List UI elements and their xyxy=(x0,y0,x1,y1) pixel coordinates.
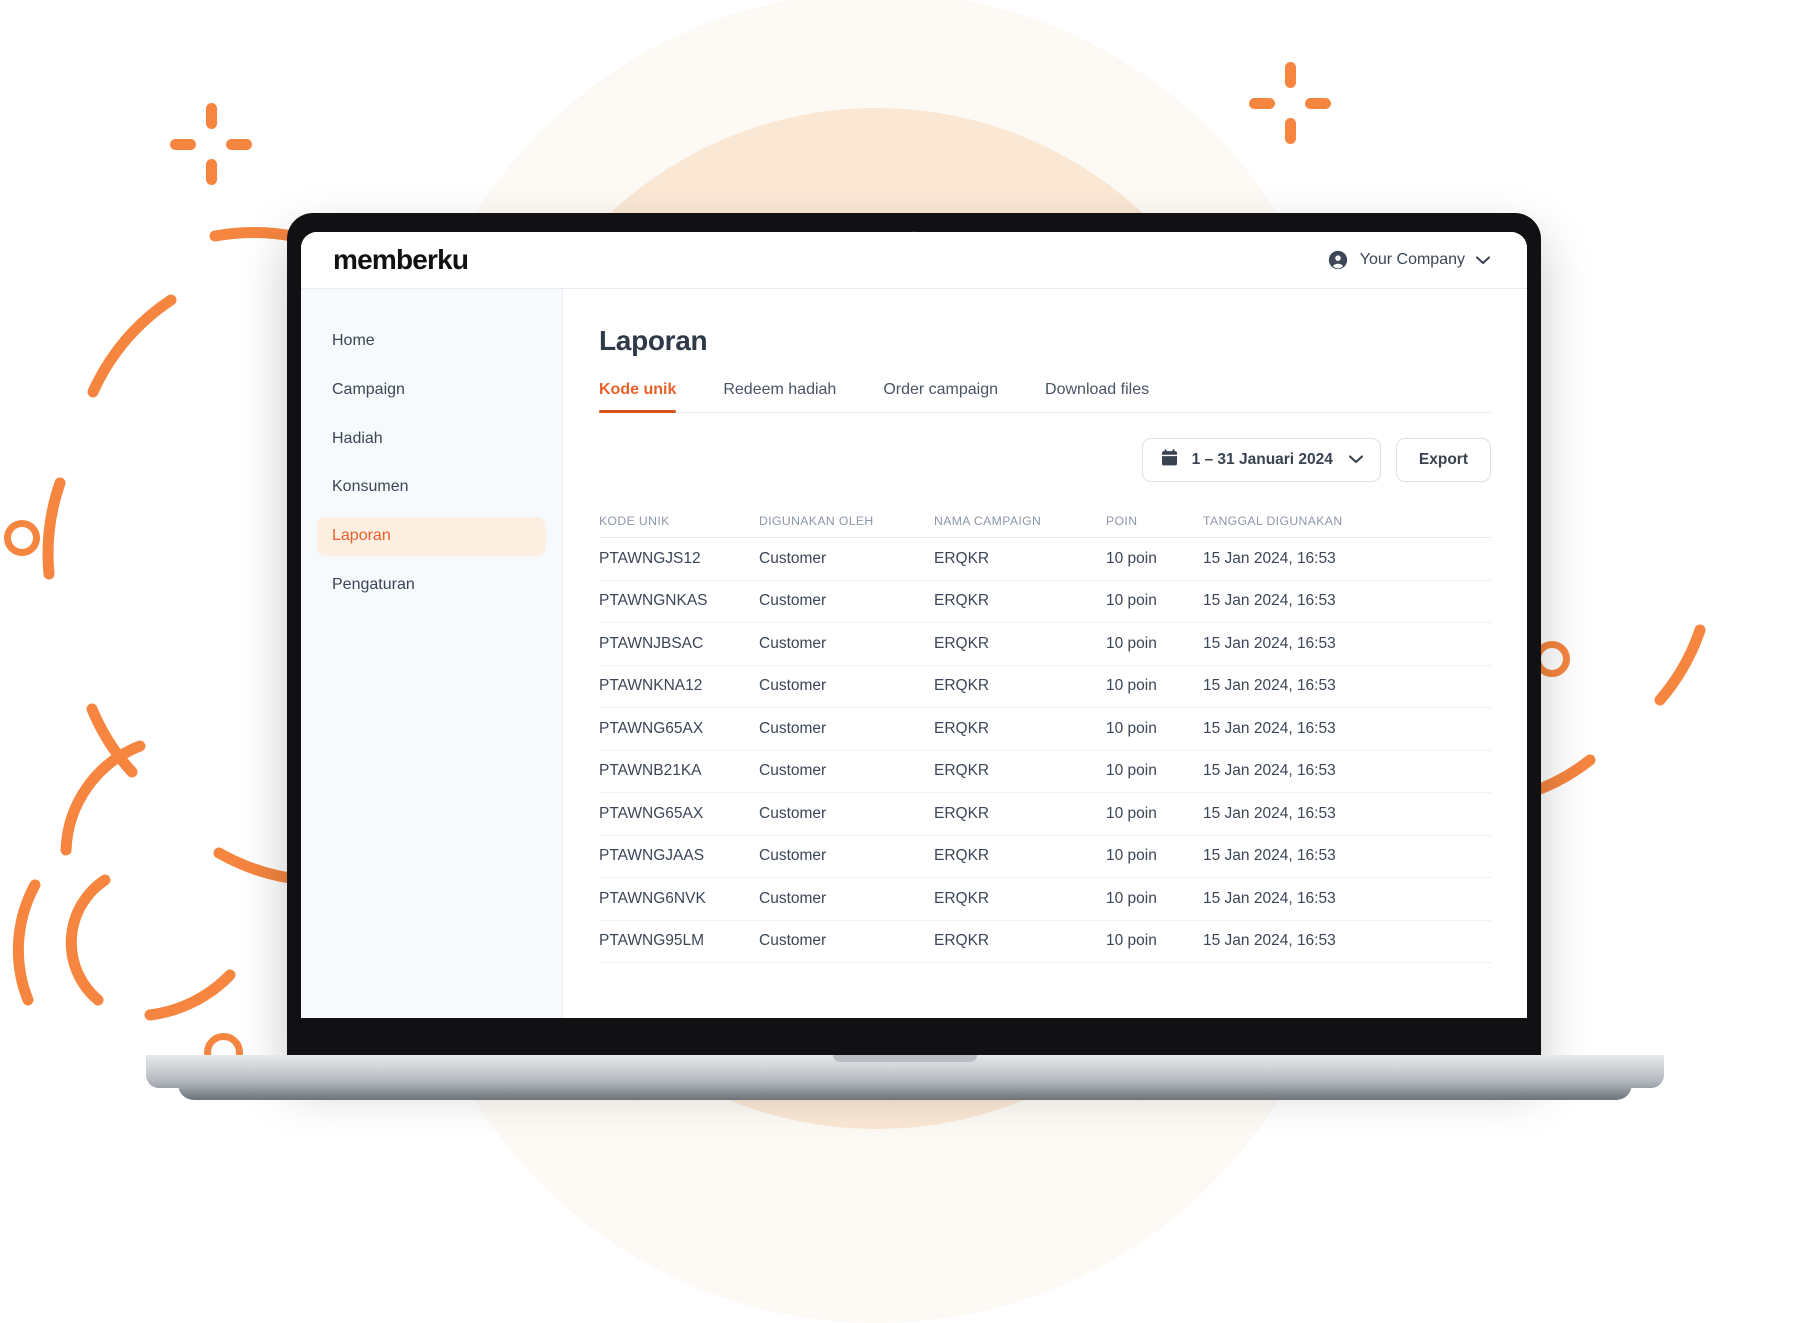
cell-poin: 10 poin xyxy=(1106,762,1157,780)
cell-kode-unik: PTAWNJBSAC xyxy=(599,634,704,652)
tab-bar: Kode unik Redeem hadiah Order campaign D… xyxy=(599,381,1491,413)
main-content: Laporan Kode unik Redeem hadiah Order ca… xyxy=(563,289,1527,1018)
cell-kode-unik: PTAWNG65AX xyxy=(599,719,704,737)
cell-kode-unik: PTAWNGNKAS xyxy=(599,592,708,610)
table-row[interactable]: PTAWNKNA12 Customer ERQKR 10 poin 15 Jan 202… xyxy=(599,666,1491,708)
report-table: KODE UNIK DIGUNAKAN OLEH NAMA CAMPAIGN P… xyxy=(599,504,1491,963)
cell-tanggal-digunakan: 15 Jan 2024, 16:53 xyxy=(1203,592,1336,610)
cell-poin: 10 poin xyxy=(1106,634,1157,652)
cell-tanggal-digunakan: 15 Jan 2024, 16:53 xyxy=(1203,804,1336,822)
sidebar-item-konsumen[interactable]: Konsumen xyxy=(317,468,546,507)
sidebar-item-campaign[interactable]: Campaign xyxy=(317,371,546,410)
cell-tanggal-digunakan: 15 Jan 2024, 16:53 xyxy=(1203,762,1336,780)
cell-poin: 10 poin xyxy=(1106,847,1157,865)
table-row[interactable]: PTAWNG95LM Customer ERQKR 10 poin 15 Jan 202… xyxy=(599,921,1491,963)
table-row[interactable]: PTAWNG65AX Customer ERQKR 10 poin 15 Jan 202… xyxy=(599,708,1491,751)
table-body: PTAWNGJS12 Customer ERQKR 10 poin 15 Jan 202… xyxy=(599,538,1491,963)
cell-tanggal-digunakan: 15 Jan 2024, 16:53 xyxy=(1203,549,1336,567)
cell-digunakan-oleh: Customer xyxy=(759,847,827,865)
export-button[interactable]: Export xyxy=(1395,438,1491,482)
cell-kode-unik: PTAWNGJS12 xyxy=(599,549,701,567)
cell-kode-unik: PTAWNGJAAS xyxy=(599,847,705,865)
cell-digunakan-oleh: Customer xyxy=(759,677,827,695)
cell-digunakan-oleh: Customer xyxy=(759,719,827,737)
cell-nama-campaign: ERQKR xyxy=(934,634,990,652)
column-header-digunakan-oleh: DIGUNAKAN OLEH xyxy=(759,513,874,528)
tab-order-campaign[interactable]: Order campaign xyxy=(883,381,998,412)
chevron-down-icon xyxy=(1476,255,1490,265)
table-row[interactable]: PTAWNGJS12 Customer ERQKR 10 poin 15 Jan 202… xyxy=(599,538,1491,581)
cell-nama-campaign: ERQKR xyxy=(934,549,990,567)
cell-nama-campaign: ERQKR xyxy=(934,762,990,780)
cell-tanggal-digunakan: 15 Jan 2024, 16:53 xyxy=(1203,847,1336,865)
user-circle-icon xyxy=(1327,249,1349,271)
table-row[interactable]: PTAWNB21KA Customer ERQKR 10 poin 15 Jan 202… xyxy=(599,751,1491,793)
cell-kode-unik: PTAWNG6NVK xyxy=(599,889,706,907)
cell-kode-unik: PTAWNB21KA xyxy=(599,762,702,780)
table-header-row: KODE UNIK DIGUNAKAN OLEH NAMA CAMPAIGN P… xyxy=(599,504,1491,538)
calendar-icon xyxy=(1160,448,1179,472)
cell-poin: 10 poin xyxy=(1106,932,1157,950)
cell-poin: 10 poin xyxy=(1106,804,1157,822)
brand-logo[interactable]: memberku xyxy=(333,244,469,276)
cell-poin: 10 poin xyxy=(1106,549,1157,567)
date-range-picker[interactable]: 1 – 31 Januari 2024 xyxy=(1141,438,1381,482)
cell-tanggal-digunakan: 15 Jan 2024, 16:53 xyxy=(1203,889,1336,907)
cell-digunakan-oleh: Customer xyxy=(759,804,827,822)
cell-poin: 10 poin xyxy=(1106,677,1157,695)
account-name: Your Company xyxy=(1359,251,1465,268)
app-body: Home Campaign Hadiah Konsumen Laporan Pe… xyxy=(301,289,1527,1018)
column-header-poin: POIN xyxy=(1106,513,1138,528)
cell-digunakan-oleh: Customer xyxy=(759,549,827,567)
cell-digunakan-oleh: Customer xyxy=(759,634,827,652)
tab-kode-unik[interactable]: Kode unik xyxy=(599,381,677,413)
cell-digunakan-oleh: Customer xyxy=(759,762,827,780)
table-row[interactable]: PTAWNGNKAS Customer ERQKR 10 poin 15 Jan 202… xyxy=(599,581,1491,623)
app-window: memberku Your Company Home Campaign Hadi… xyxy=(301,232,1527,1018)
cell-nama-campaign: ERQKR xyxy=(934,592,990,610)
tab-redeem-hadiah[interactable]: Redeem hadiah xyxy=(723,381,836,412)
laptop-base xyxy=(146,1055,1664,1088)
cell-kode-unik: PTAWNKNA12 xyxy=(599,677,703,695)
sidebar-item-hadiah[interactable]: Hadiah xyxy=(317,420,546,459)
sidebar-item-laporan[interactable]: Laporan xyxy=(317,517,546,556)
cell-poin: 10 poin xyxy=(1106,889,1157,907)
table-row[interactable]: PTAWNG65AX Customer ERQKR 10 poin 15 Jan 202… xyxy=(599,793,1491,836)
cell-tanggal-digunakan: 15 Jan 2024, 16:53 xyxy=(1203,634,1336,652)
cell-digunakan-oleh: Customer xyxy=(759,889,827,907)
cell-nama-campaign: ERQKR xyxy=(934,677,990,695)
table-row[interactable]: PTAWNGJAAS Customer ERQKR 10 poin 15 Jan 202… xyxy=(599,836,1491,878)
cell-kode-unik: PTAWNG95LM xyxy=(599,932,705,950)
laptop-screen: memberku Your Company Home Campaign Hadi… xyxy=(301,232,1527,1018)
cell-tanggal-digunakan: 15 Jan 2024, 16:53 xyxy=(1203,677,1336,695)
table-row[interactable]: PTAWNG6NVK Customer ERQKR 10 poin 15 Jan 202… xyxy=(599,878,1491,921)
cell-nama-campaign: ERQKR xyxy=(934,719,990,737)
sidebar-item-home[interactable]: Home xyxy=(317,322,546,361)
cell-tanggal-digunakan: 15 Jan 2024, 16:53 xyxy=(1203,932,1336,950)
table-toolbar: 1 – 31 Januari 2024 Export xyxy=(599,438,1491,482)
date-range-value: 1 – 31 Januari 2024 xyxy=(1191,451,1333,468)
cell-poin: 10 poin xyxy=(1106,592,1157,610)
cell-poin: 10 poin xyxy=(1106,719,1157,737)
sidebar: Home Campaign Hadiah Konsumen Laporan Pe… xyxy=(301,289,563,1018)
app-topbar: memberku Your Company xyxy=(301,232,1527,289)
tab-download-files[interactable]: Download files xyxy=(1045,381,1149,412)
sidebar-item-pengaturan[interactable]: Pengaturan xyxy=(317,566,546,605)
cell-nama-campaign: ERQKR xyxy=(934,847,990,865)
cell-tanggal-digunakan: 15 Jan 2024, 16:53 xyxy=(1203,719,1336,737)
cell-kode-unik: PTAWNG65AX xyxy=(599,804,704,822)
cell-nama-campaign: ERQKR xyxy=(934,889,990,907)
cell-nama-campaign: ERQKR xyxy=(934,804,990,822)
column-header-kode-unik: KODE UNIK xyxy=(599,513,670,528)
page-title: Laporan xyxy=(599,325,708,356)
chevron-down-icon xyxy=(1348,451,1363,469)
column-header-nama-campaign: NAMA CAMPAIGN xyxy=(934,513,1042,528)
cell-nama-campaign: ERQKR xyxy=(934,932,990,950)
column-header-tanggal-digunakan: TANGGAL DIGUNAKAN xyxy=(1203,513,1343,528)
table-row[interactable]: PTAWNJBSAC Customer ERQKR 10 poin 15 Jan 202… xyxy=(599,623,1491,666)
laptop-mockup: memberku Your Company Home Campaign Hadi… xyxy=(0,0,1806,1323)
account-menu[interactable]: Your Company xyxy=(1327,249,1490,271)
cell-digunakan-oleh: Customer xyxy=(759,592,827,610)
cell-digunakan-oleh: Customer xyxy=(759,932,827,950)
